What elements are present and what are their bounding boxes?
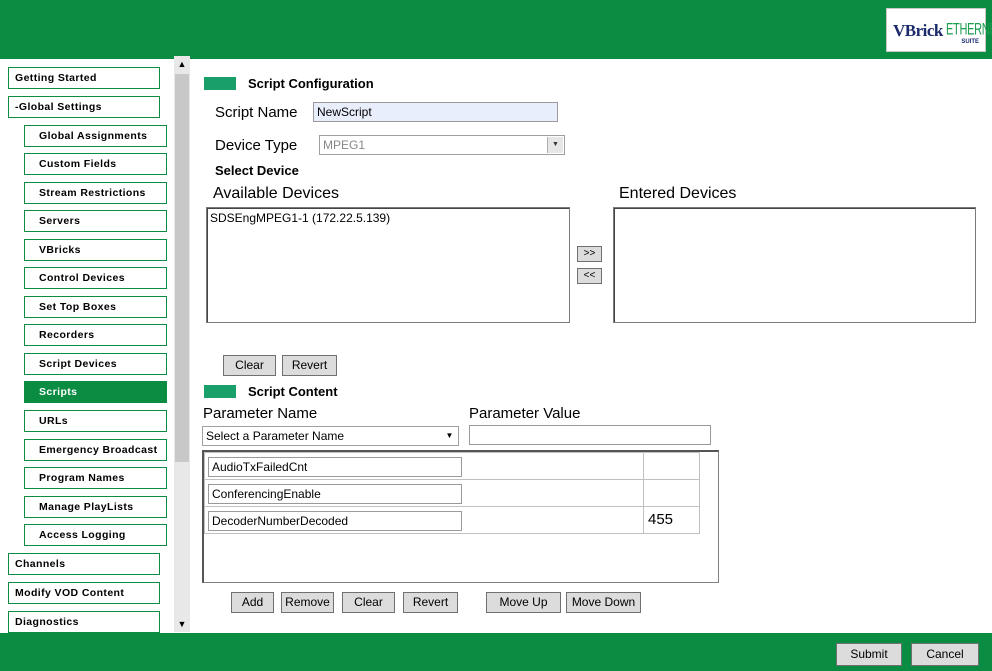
device-type-label: Device Type: [215, 137, 298, 154]
sidebar-nav: Getting Started -Global Settings Global …: [0, 59, 190, 633]
sidebar-item-custom-fields[interactable]: Custom Fields: [24, 153, 167, 175]
sidebar-item-stream-restrictions[interactable]: Stream Restrictions: [24, 182, 167, 204]
move-down-button[interactable]: Move Down: [566, 592, 641, 613]
sidebar-item-diagnostics[interactable]: Diagnostics: [8, 611, 160, 633]
section-title-script-configuration: Script Configuration: [248, 76, 374, 91]
clear-devices-button[interactable]: Clear: [223, 355, 276, 376]
remove-device-button[interactable]: <<: [577, 268, 602, 284]
parameter-name-select[interactable]: Select a Parameter Name ▼: [202, 426, 459, 446]
device-type-select[interactable]: MPEG1 ▼: [319, 135, 565, 155]
logo-sub-text: ETHERNETV: [946, 21, 992, 39]
cancel-button[interactable]: Cancel: [911, 643, 979, 666]
parameter-name-cell[interactable]: DecoderNumberDecoded: [208, 511, 462, 531]
entered-devices-list[interactable]: [613, 207, 976, 323]
logo-suite-text: SUITE: [961, 39, 979, 45]
vbrick-logo: VBrick ETHERNETV SUITE: [886, 8, 992, 52]
triangle-up-icon[interactable]: ▲: [174, 56, 190, 72]
parameter-name-select-value: Select a Parameter Name: [206, 429, 345, 443]
revert-parameters-button[interactable]: Revert: [403, 592, 458, 613]
submit-button[interactable]: Submit: [836, 643, 902, 666]
add-device-button[interactable]: >>: [577, 246, 602, 262]
section-marker: [204, 77, 236, 90]
sidebar-item-manage-playlists[interactable]: Manage PlayLists: [24, 496, 167, 518]
section-marker: [204, 385, 236, 398]
remove-parameter-button[interactable]: Remove: [281, 592, 334, 613]
sidebar-item-global-assignments[interactable]: Global Assignments: [24, 125, 167, 147]
sidebar-scrollbar[interactable]: ▲ ▼: [174, 56, 190, 632]
sidebar-item-scripts[interactable]: Scripts: [24, 381, 167, 403]
sidebar-item-urls[interactable]: URLs: [24, 410, 167, 432]
sidebar-item-recorders[interactable]: Recorders: [24, 324, 167, 346]
available-devices-label: Available Devices: [213, 185, 339, 202]
table-row[interactable]: DecoderNumberDecoded 455: [204, 506, 701, 534]
sidebar-item-vbricks[interactable]: VBricks: [24, 239, 167, 261]
sidebar-item-control-devices[interactable]: Control Devices: [24, 267, 167, 289]
parameter-name-label: Parameter Name: [203, 405, 318, 422]
available-devices-list[interactable]: SDSEngMPEG1-1 (172.22.5.139): [206, 207, 570, 323]
entered-devices-label: Entered Devices: [619, 185, 737, 202]
header-bar: VBrick ETHERNETV SUITE: [0, 0, 992, 59]
sidebar-item-modify-vod-content[interactable]: Modify VOD Content: [8, 582, 160, 604]
table-row[interactable]: AudioTxFailedCnt: [204, 452, 701, 480]
list-item[interactable]: SDSEngMPEG1-1 (172.22.5.139): [210, 211, 566, 225]
sidebar-item-channels[interactable]: Channels: [8, 553, 160, 575]
table-row[interactable]: ConferencingEnable: [204, 479, 701, 507]
sidebar-item-global-settings[interactable]: -Global Settings: [8, 96, 160, 118]
sidebar-item-script-devices[interactable]: Script Devices: [24, 353, 167, 375]
revert-devices-button[interactable]: Revert: [282, 355, 337, 376]
chevron-down-icon[interactable]: ▼: [442, 428, 457, 444]
sidebar-item-emergency-broadcast[interactable]: Emergency Broadcast: [24, 439, 167, 461]
parameter-value-cell[interactable]: 455: [648, 511, 673, 528]
footer-bar: Submit Cancel: [0, 633, 992, 671]
clear-parameters-button[interactable]: Clear: [342, 592, 395, 613]
section-title-script-content: Script Content: [248, 384, 338, 399]
chevron-down-icon[interactable]: ▼: [547, 137, 563, 153]
logo-main-text: VBrick: [893, 21, 943, 40]
sidebar-item-getting-started[interactable]: Getting Started: [8, 67, 160, 89]
sidebar-item-program-names[interactable]: Program Names: [24, 467, 167, 489]
sidebar-item-access-logging[interactable]: Access Logging: [24, 524, 167, 546]
parameter-value-label: Parameter Value: [469, 405, 581, 422]
parameter-name-cell[interactable]: AudioTxFailedCnt: [208, 457, 462, 477]
parameter-name-cell[interactable]: ConferencingEnable: [208, 484, 462, 504]
parameter-value-input[interactable]: [469, 425, 711, 445]
sidebar-item-set-top-boxes[interactable]: Set Top Boxes: [24, 296, 167, 318]
add-parameter-button[interactable]: Add: [231, 592, 274, 613]
select-device-label: Select Device: [215, 163, 299, 178]
sidebar-item-servers[interactable]: Servers: [24, 210, 167, 232]
scrollbar-thumb[interactable]: [175, 74, 189, 462]
script-name-label: Script Name: [215, 104, 298, 121]
triangle-down-icon[interactable]: ▼: [174, 616, 190, 632]
script-name-input[interactable]: NewScript: [313, 102, 558, 122]
device-type-value: MPEG1: [323, 138, 366, 152]
parameter-table: AudioTxFailedCnt ConferencingEnable Deco…: [202, 450, 719, 583]
move-up-button[interactable]: Move Up: [486, 592, 561, 613]
